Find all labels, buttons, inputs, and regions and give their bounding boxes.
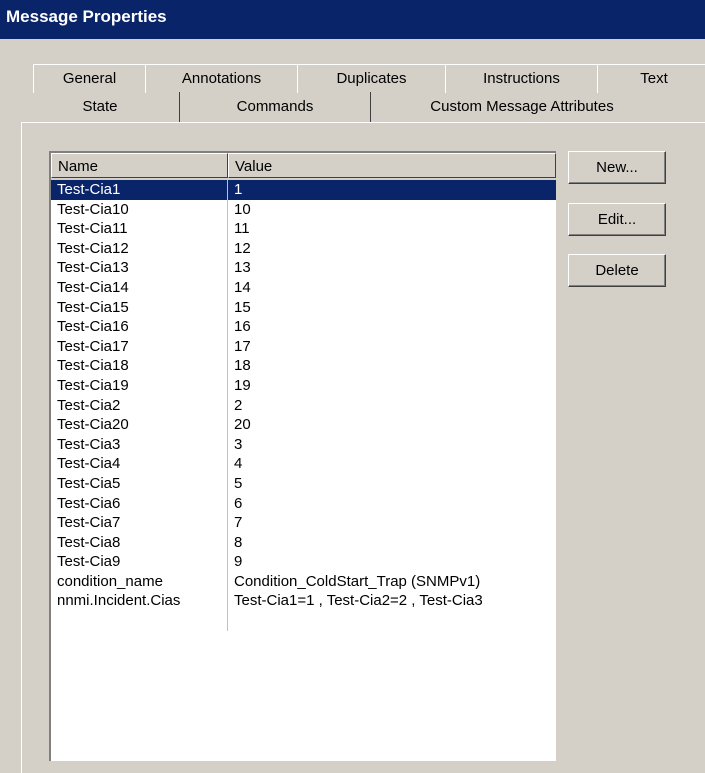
cell-name [51, 611, 228, 631]
cell-name: Test-Cia3 [51, 434, 228, 455]
column-header-value[interactable]: Value [228, 153, 556, 178]
list-row[interactable]: condition_name Condition_ColdStart_Trap (… [51, 571, 556, 592]
tab-duplicates[interactable]: Duplicates [297, 64, 446, 93]
tab-text[interactable]: Text [597, 64, 705, 93]
cell-value: Test-Cia1=1 , Test-Cia2=2 , Test-Cia3 [234, 592, 483, 610]
list-row[interactable]: Test-Cia20 20 [51, 415, 556, 435]
cell-name: nnmi.Incident.Cias [51, 591, 228, 612]
list-row[interactable]: Test-Cia12 12 [51, 238, 556, 259]
tab-general[interactable]: General [33, 64, 146, 93]
attributes-list[interactable]: Name Value Test-Cia1 1 Test-Cia10 10 Test-Ci… [49, 151, 556, 761]
cell-name: Test-Cia14 [51, 277, 228, 298]
cell-value: 6 [234, 494, 243, 512]
list-row[interactable] [51, 611, 556, 631]
window-title: Message Properties [0, 0, 705, 39]
cell-value: Condition_ColdStart_Trap (SNMPv1) [234, 572, 481, 590]
cell-name: Test-Cia19 [51, 375, 228, 396]
cell-value: 12 [234, 239, 251, 257]
list-row[interactable]: Test-Cia19 19 [51, 375, 556, 396]
cell-name: Test-Cia13 [51, 258, 228, 278]
column-header-name[interactable]: Name [51, 153, 228, 178]
cell-name: Test-Cia18 [51, 356, 228, 376]
list-row[interactable]: nnmi.Incident.Cias Test-Cia1=1 , Test-Cia… [51, 591, 556, 612]
cell-value: 15 [234, 298, 251, 316]
cell-name: Test-Cia16 [51, 317, 228, 337]
list-row[interactable]: Test-Cia7 7 [51, 513, 556, 533]
list-row[interactable]: Test-Cia17 17 [51, 336, 556, 357]
cell-name: Test-Cia12 [51, 238, 228, 259]
cell-name: condition_name [51, 571, 228, 592]
list-row[interactable]: Test-Cia5 5 [51, 473, 556, 494]
cell-value: 18 [234, 357, 251, 375]
new-button[interactable]: New... [568, 151, 666, 184]
cell-value: 16 [234, 318, 251, 336]
list-row[interactable]: Test-Cia1 1 [51, 180, 556, 200]
cell-value: 7 [234, 514, 243, 532]
cell-name: Test-Cia6 [51, 493, 228, 514]
tab-instructions[interactable]: Instructions [445, 64, 598, 93]
list-header: Name Value [51, 153, 556, 180]
list-row[interactable]: Test-Cia16 16 [51, 317, 556, 337]
cell-value: 9 [234, 553, 243, 571]
list-row[interactable]: Test-Cia2 2 [51, 395, 556, 416]
list-row[interactable]: Test-Cia18 18 [51, 356, 556, 376]
cell-value: 1 [234, 181, 243, 198]
cell-value: 20 [234, 416, 251, 434]
delete-button[interactable]: Delete [568, 254, 666, 287]
cell-name: Test-Cia9 [51, 552, 228, 572]
cell-name: Test-Cia7 [51, 513, 228, 533]
cell-value: 11 [234, 220, 250, 238]
cell-name: Test-Cia8 [51, 532, 228, 553]
cell-value: 3 [234, 435, 243, 453]
list-row[interactable]: Test-Cia4 4 [51, 454, 556, 474]
list-row[interactable]: Test-Cia10 10 [51, 199, 556, 220]
tab-state[interactable]: State [21, 92, 180, 122]
tab-custom-message-attributes[interactable]: Custom Message Attributes [372, 92, 672, 122]
list-row[interactable]: Test-Cia13 13 [51, 258, 556, 278]
cell-value: 10 [234, 200, 251, 218]
cell-name: Test-Cia15 [51, 297, 228, 318]
cell-value: 4 [234, 455, 243, 473]
list-rows: Test-Cia1 1 Test-Cia10 10 Test-Cia11 11 Test-C… [51, 180, 556, 631]
cell-name: Test-Cia1 [51, 180, 228, 200]
cell-name: Test-Cia10 [51, 199, 228, 220]
list-row[interactable]: Test-Cia14 14 [51, 277, 556, 298]
list-row[interactable]: Test-Cia8 8 [51, 532, 556, 553]
cell-value [228, 611, 556, 631]
cell-value: 17 [234, 337, 251, 355]
cell-name: Test-Cia20 [51, 415, 228, 435]
list-row[interactable]: Test-Cia6 6 [51, 493, 556, 514]
cell-value: 2 [234, 396, 243, 414]
list-row[interactable]: Test-Cia3 3 [51, 434, 556, 455]
cell-value: 13 [234, 259, 251, 277]
tab-commands[interactable]: Commands [180, 92, 371, 122]
list-row[interactable]: Test-Cia9 9 [51, 552, 556, 572]
list-row[interactable]: Test-Cia11 11 [51, 219, 556, 239]
cell-name: Test-Cia17 [51, 336, 228, 357]
cell-value: 8 [234, 533, 243, 551]
tab-annotations[interactable]: Annotations [145, 64, 298, 93]
cell-name: Test-Cia4 [51, 454, 228, 474]
cell-name: Test-Cia11 [51, 219, 228, 239]
cell-value: 19 [234, 376, 251, 394]
cell-name: Test-Cia2 [51, 395, 228, 416]
cell-value: 5 [234, 474, 243, 492]
cell-name: Test-Cia5 [51, 473, 228, 494]
cell-value: 14 [234, 278, 251, 296]
edit-button[interactable]: Edit... [568, 203, 666, 236]
list-row[interactable]: Test-Cia15 15 [51, 297, 556, 318]
